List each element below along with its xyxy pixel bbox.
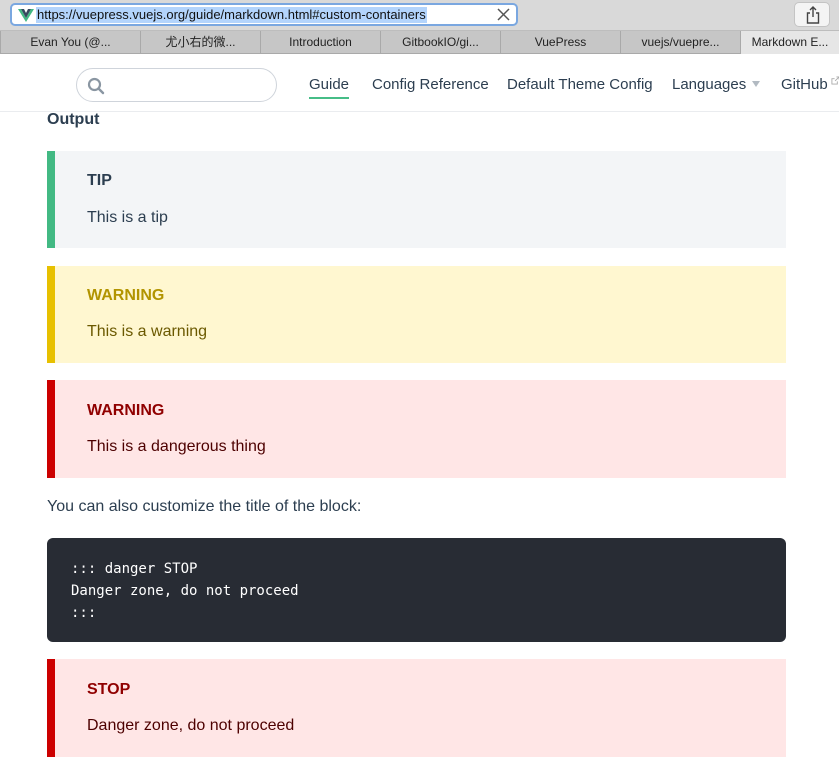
tab-strip: Evan You (@... 尤小右的微... Introduction Git… <box>0 31 839 54</box>
caret-down-icon <box>752 81 761 87</box>
nav-link-guide[interactable]: Guide <box>309 75 350 99</box>
close-icon[interactable] <box>495 6 512 23</box>
share-button[interactable] <box>794 2 830 27</box>
url-text[interactable]: https://vuepress.vuejs.org/guide/markdow… <box>36 7 427 23</box>
tab-label: 尤小右的微... <box>165 35 236 49</box>
danger-container: WARNING This is a dangerous thing <box>47 380 786 478</box>
tab-item[interactable]: Introduction <box>260 31 380 54</box>
danger-title: WARNING <box>87 402 165 419</box>
tab-label: GitbookIO/gi... <box>402 35 479 49</box>
search-icon <box>87 77 105 95</box>
languages-label: Languages <box>672 76 747 93</box>
danger-text: This is a dangerous thing <box>87 438 266 455</box>
tab-item[interactable]: VuePress <box>500 31 620 54</box>
code-line: ::: <box>71 605 97 621</box>
customize-paragraph: You can also customize the title of the … <box>47 498 362 515</box>
tab-item[interactable]: 尤小右的微... <box>140 31 260 54</box>
code-block: ::: danger STOP Danger zone, do not proc… <box>47 538 786 642</box>
tab-label: Evan You (@... <box>30 35 111 49</box>
share-icon <box>806 6 820 24</box>
warning-container: WARNING This is a warning <box>47 266 786 363</box>
code-line: ::: danger STOP <box>71 561 198 577</box>
github-label: GitHub <box>781 76 828 93</box>
stop-title: STOP <box>87 681 131 698</box>
tip-text: This is a tip <box>87 209 168 226</box>
stop-text: Danger zone, do not proceed <box>87 717 295 734</box>
vue-logo-icon <box>18 9 34 22</box>
tab-label: Introduction <box>289 35 352 49</box>
tip-container: TIP This is a tip <box>47 151 786 248</box>
tab-label: VuePress <box>534 35 587 49</box>
tab-item[interactable]: GitbookIO/gi... <box>380 31 500 54</box>
stop-container: STOP Danger zone, do not proceed <box>47 659 786 757</box>
tab-item-active[interactable]: Markdown E... <box>740 31 839 54</box>
warning-title: WARNING <box>87 287 165 304</box>
nav-link-github[interactable]: GitHub <box>781 75 839 95</box>
output-heading: Output <box>47 111 100 128</box>
nav-link-default-theme-config[interactable]: Default Theme Config <box>507 75 653 95</box>
site-navbar: Guide Config Reference Default Theme Con… <box>0 55 839 112</box>
tab-label: vuejs/vuepre... <box>641 35 720 49</box>
tab-item[interactable]: Evan You (@... <box>0 31 140 54</box>
warning-text: This is a warning <box>87 323 208 340</box>
nav-link-config-reference[interactable]: Config Reference <box>372 75 489 95</box>
search-input[interactable] <box>76 68 277 102</box>
tab-label: Markdown E... <box>751 35 829 49</box>
tip-title: TIP <box>87 172 112 189</box>
address-bar[interactable]: https://vuepress.vuejs.org/guide/markdow… <box>10 3 518 26</box>
external-link-icon <box>831 76 839 85</box>
tab-item[interactable]: vuejs/vuepre... <box>620 31 740 54</box>
code-line: Danger zone, do not proceed <box>71 583 299 599</box>
nav-dropdown-languages[interactable]: Languages <box>672 75 761 95</box>
browser-toolbar: https://vuepress.vuejs.org/guide/markdow… <box>0 0 839 31</box>
